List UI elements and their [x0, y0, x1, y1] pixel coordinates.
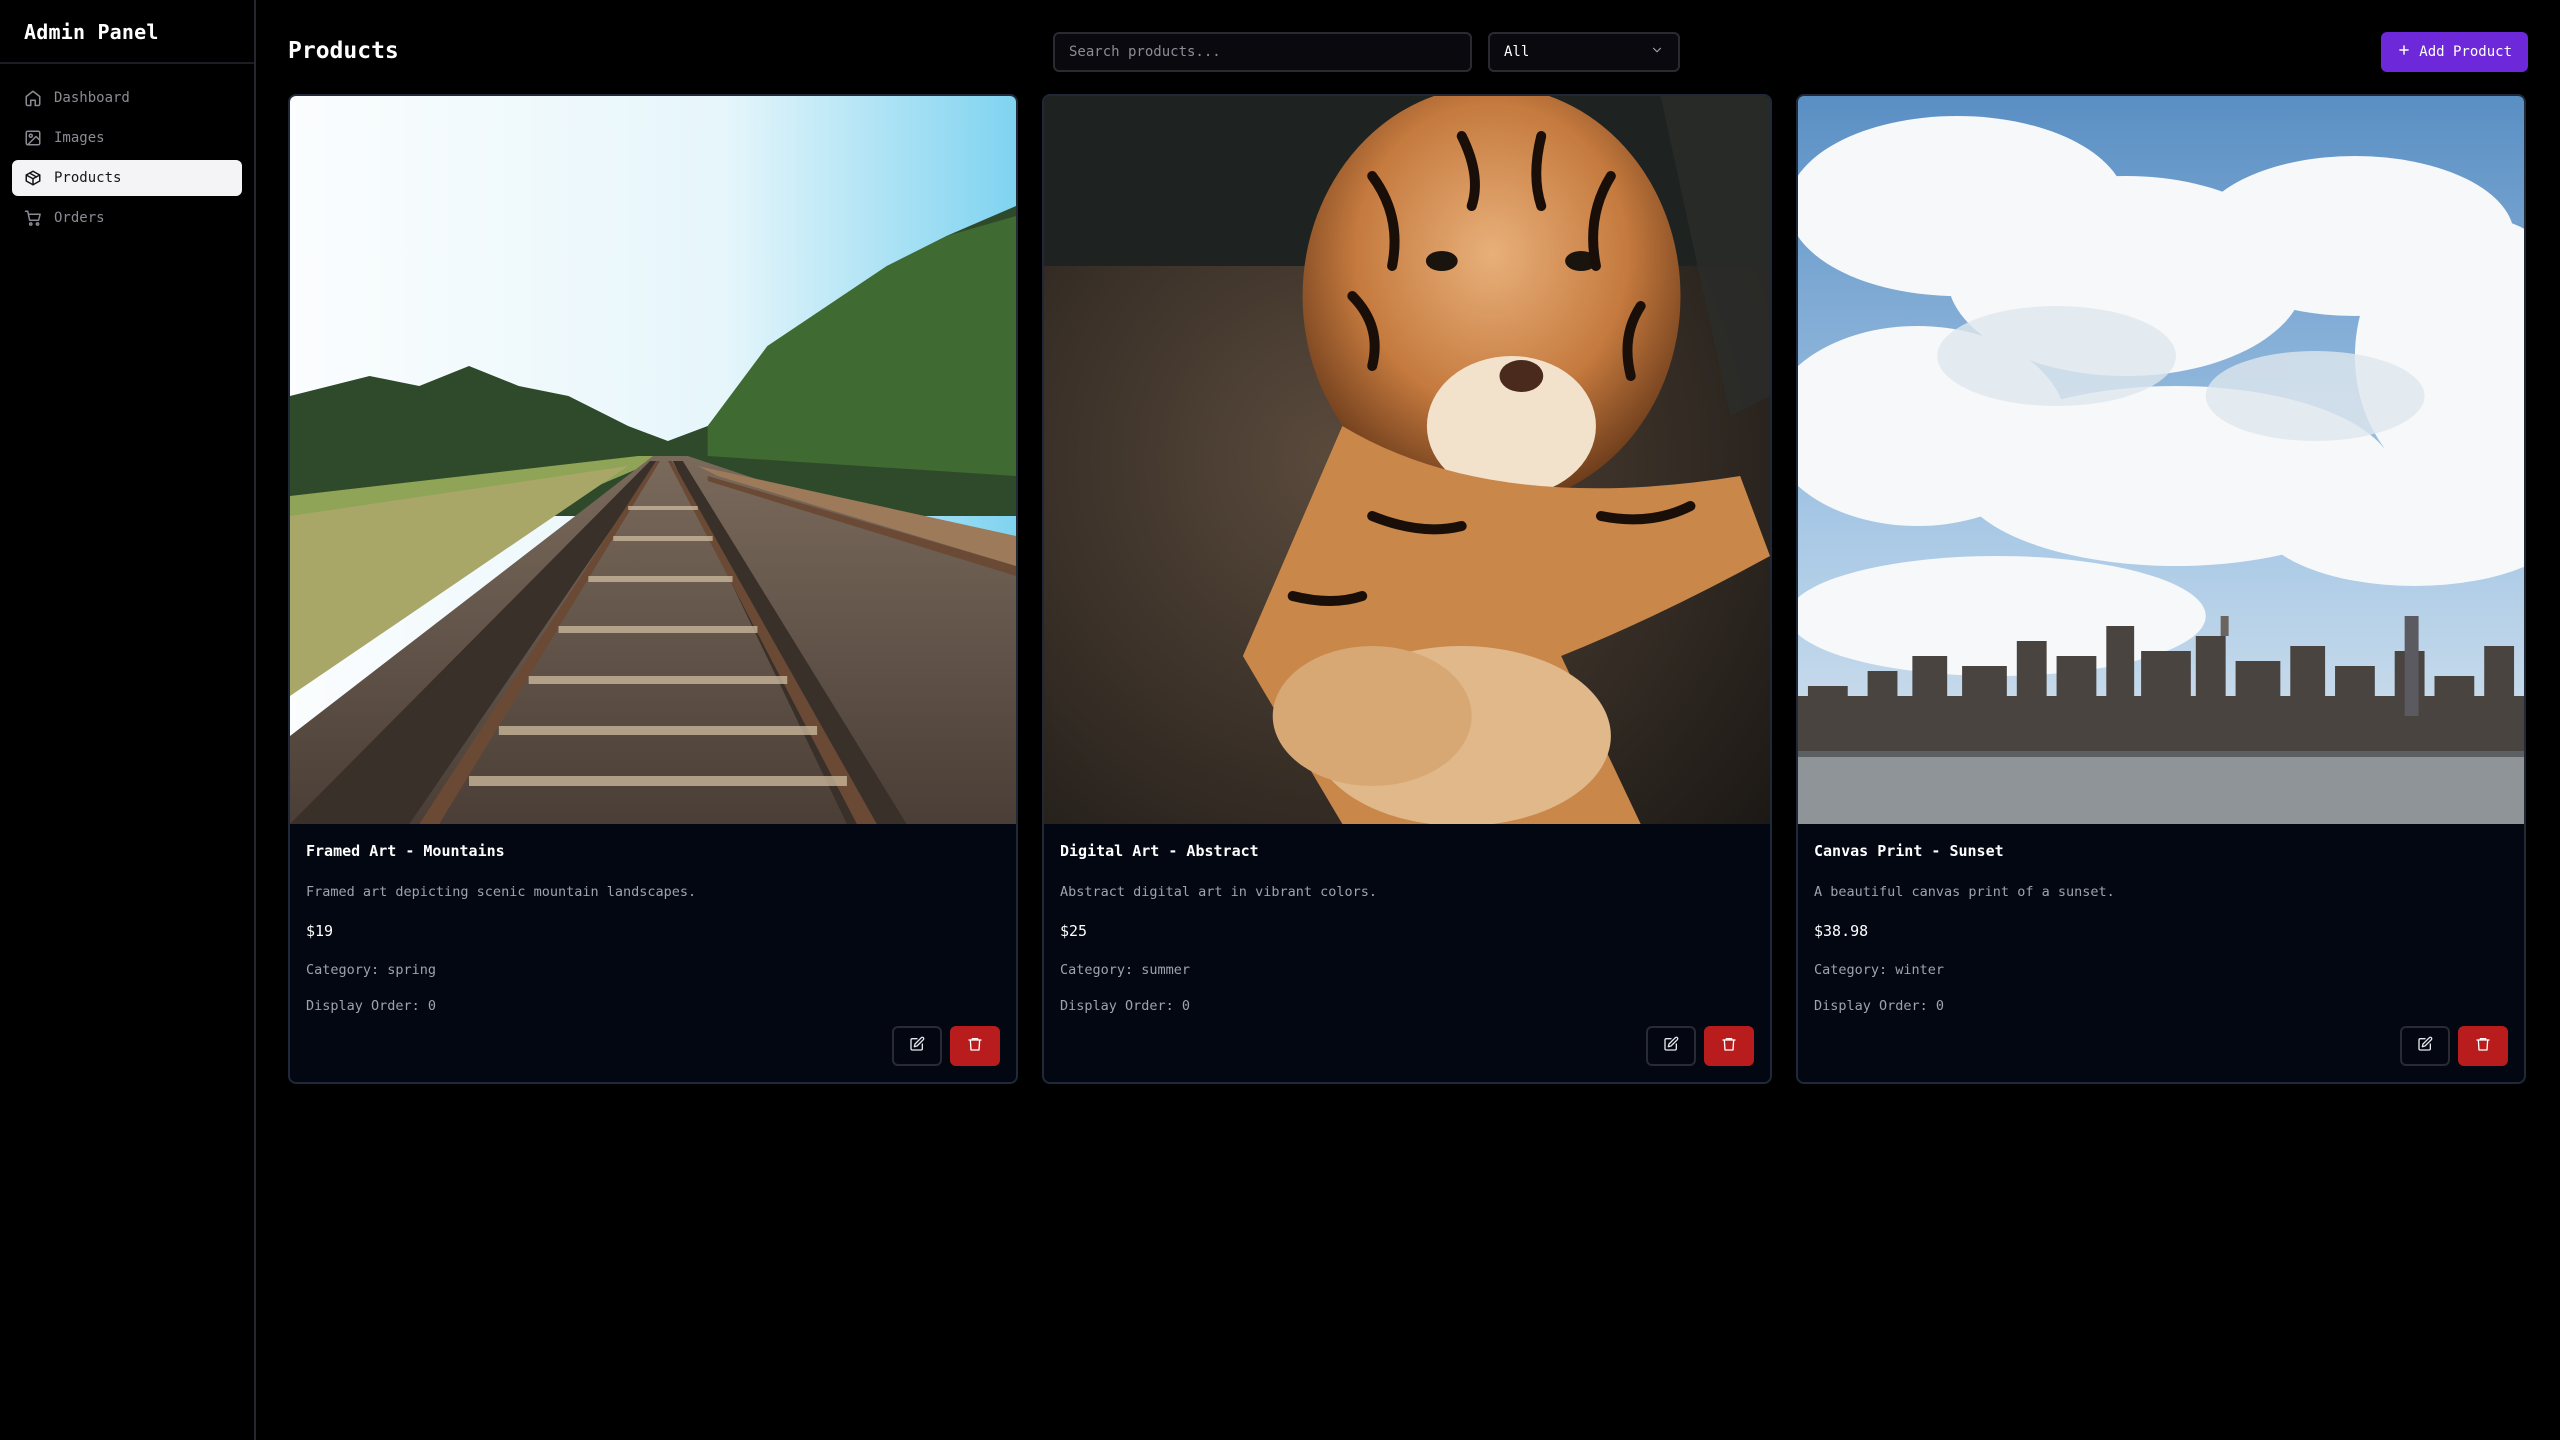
product-card: Framed Art - Mountains Framed art depict…	[288, 94, 1018, 1084]
sidebar-item-dashboard[interactable]: Dashboard	[12, 80, 242, 116]
product-category: Category: spring	[306, 962, 437, 978]
edit-icon	[2417, 1036, 2433, 1056]
product-category: Category: winter	[1814, 962, 1945, 978]
product-display-order: Display Order: 0	[306, 998, 437, 1014]
app-title: Admin Panel	[24, 20, 159, 44]
product-description: Abstract digital art in vibrant colors.	[1060, 884, 1377, 900]
edit-button[interactable]	[1646, 1026, 1696, 1066]
delete-button[interactable]	[1704, 1026, 1754, 1066]
app-root: Admin Panel Dashboard Images Products Or…	[0, 0, 2560, 1440]
add-product-label: Add Product	[2419, 44, 2512, 60]
trash-icon	[1721, 1036, 1737, 1056]
card-actions	[1646, 1026, 1754, 1066]
product-price: $38.98	[1814, 922, 1869, 940]
category-filter-select[interactable]: All	[1488, 32, 1680, 72]
card-body: Framed Art - Mountains Framed art depict…	[290, 824, 1016, 1014]
sidebar: Admin Panel Dashboard Images Products Or…	[0, 0, 256, 1440]
product-price: $19	[306, 922, 334, 940]
main-content: Products All Add Product	[256, 0, 2560, 1440]
cart-icon	[24, 209, 42, 227]
tiger-photo	[1044, 96, 1770, 824]
product-display-order: Display Order: 0	[1060, 998, 1191, 1014]
product-title: Digital Art - Abstract	[1060, 842, 1259, 860]
add-product-button[interactable]: Add Product	[2381, 32, 2528, 72]
product-title: Framed Art - Mountains	[306, 842, 505, 860]
search-input[interactable]	[1053, 32, 1472, 72]
sidebar-item-orders[interactable]: Orders	[12, 200, 242, 236]
delete-button[interactable]	[2458, 1026, 2508, 1066]
product-price: $25	[1060, 922, 1088, 940]
sidebar-item-label: Dashboard	[54, 90, 130, 106]
chevron-down-icon	[1650, 43, 1664, 61]
product-description: Framed art depicting scenic mountain lan…	[306, 884, 697, 900]
sidebar-item-label: Orders	[54, 210, 105, 226]
plus-icon	[2397, 43, 2411, 61]
product-card: Digital Art - Abstract Abstract digital …	[1042, 94, 1772, 1084]
product-grid: Framed Art - Mountains Framed art depict…	[288, 94, 2528, 1084]
sidebar-item-label: Images	[54, 130, 105, 146]
sidebar-header: Admin Panel	[0, 0, 254, 64]
edit-icon	[1663, 1036, 1679, 1056]
card-actions	[892, 1026, 1000, 1066]
package-icon	[24, 169, 42, 187]
edit-icon	[909, 1036, 925, 1056]
sidebar-item-label: Products	[54, 170, 122, 186]
card-actions	[2400, 1026, 2508, 1066]
product-category: Category: summer	[1060, 962, 1191, 978]
trash-icon	[967, 1036, 983, 1056]
city-skyline-photo	[1798, 96, 2524, 824]
filter-selected-value: All	[1504, 44, 1530, 60]
delete-button[interactable]	[950, 1026, 1000, 1066]
page-title: Products	[288, 38, 399, 64]
edit-button[interactable]	[892, 1026, 942, 1066]
image-icon	[24, 129, 42, 147]
home-icon	[24, 89, 42, 107]
edit-button[interactable]	[2400, 1026, 2450, 1066]
toolbar: Products All Add Product	[288, 30, 2528, 74]
product-description: A beautiful canvas print of a sunset.	[1814, 884, 2115, 900]
card-body: Digital Art - Abstract Abstract digital …	[1044, 824, 1770, 1014]
trash-icon	[2475, 1036, 2491, 1056]
sidebar-nav: Dashboard Images Products Orders	[0, 64, 254, 252]
sidebar-item-images[interactable]: Images	[12, 120, 242, 156]
product-display-order: Display Order: 0	[1814, 998, 1945, 1014]
product-title: Canvas Print - Sunset	[1814, 842, 2004, 860]
product-card: Canvas Print - Sunset A beautiful canvas…	[1796, 94, 2526, 1084]
sidebar-item-products[interactable]: Products	[12, 160, 242, 196]
card-body: Canvas Print - Sunset A beautiful canvas…	[1798, 824, 2524, 1014]
railway-tracks-photo	[290, 96, 1016, 824]
